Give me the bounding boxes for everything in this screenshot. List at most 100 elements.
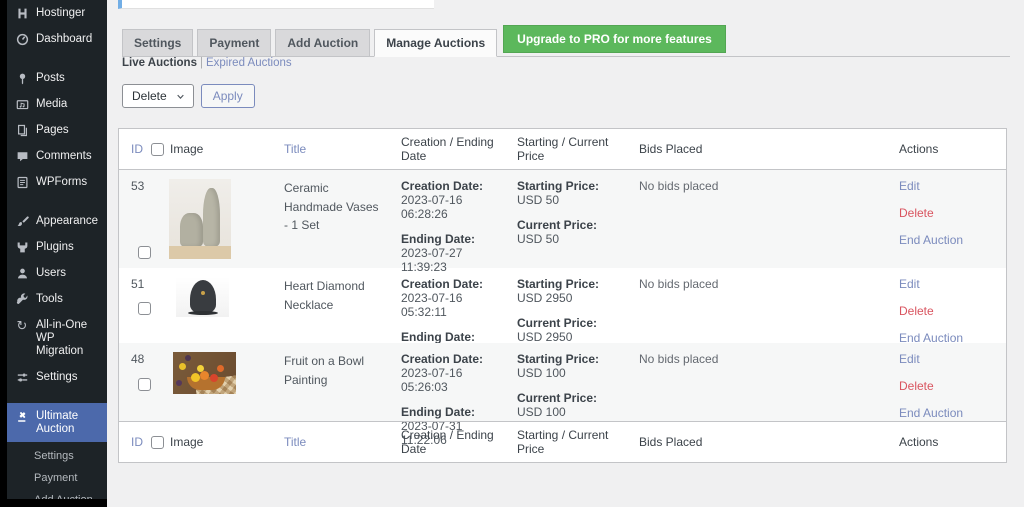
circular-arrow-icon: ↻ — [15, 318, 29, 332]
sidebar-item-label: Pages — [36, 123, 69, 137]
delete-link[interactable]: Delete — [899, 304, 996, 318]
auction-thumbnail-necklace[interactable] — [176, 277, 229, 317]
footer-title[interactable]: Title — [284, 422, 401, 462]
creation-date-value: 2023-07-16 05:26:03 — [401, 366, 507, 394]
admin-notice-remnant — [118, 0, 434, 9]
edit-link[interactable]: Edit — [899, 277, 996, 291]
end-auction-link[interactable]: End Auction — [899, 406, 996, 420]
creation-date-value: 2023-07-16 06:28:26 — [401, 193, 507, 221]
admin-sidebar: Hostinger Dashboard Posts Media Pages Co… — [7, 0, 107, 507]
sidebar-item-comments[interactable]: Comments — [7, 143, 107, 169]
cell-price: Starting Price: USD 50 Current Price: US… — [517, 170, 639, 283]
header-image-label: Image — [170, 142, 203, 156]
cell-title: Ceramic Handmade Vases - 1 Set — [284, 170, 401, 283]
screen-left-edge — [0, 0, 7, 507]
edit-link[interactable]: Edit — [899, 179, 996, 193]
auction-thumbnail-vases[interactable] — [169, 179, 231, 259]
tab-add-auction[interactable]: Add Auction — [275, 29, 370, 57]
auction-thumbnail-fruit-painting[interactable] — [173, 352, 236, 394]
brush-icon — [15, 214, 29, 228]
media-icon — [15, 97, 29, 111]
live-auctions-link[interactable]: Live Auctions — [122, 57, 197, 69]
footer-actions: Actions — [899, 422, 1006, 462]
starting-price-value: USD 50 — [517, 193, 629, 207]
delete-link[interactable]: Delete — [899, 206, 996, 220]
sidebar-item-label: Comments — [36, 149, 92, 163]
sidebar-separator — [7, 52, 107, 65]
header-title[interactable]: Title — [284, 129, 401, 169]
sidebar-item-tools[interactable]: Tools — [7, 286, 107, 312]
sidebar-item-dashboard[interactable]: Dashboard — [7, 26, 107, 52]
row-checkbox[interactable] — [138, 246, 151, 259]
sidebar-item-ai1wm[interactable]: ↻ All-in-One WP Migration — [7, 312, 107, 364]
sidebar-item-media[interactable]: Media — [7, 91, 107, 117]
header-bids: Bids Placed — [639, 129, 899, 169]
sidebar-item-label: Appearance — [36, 214, 98, 228]
table-row: 53 Ceramic Handmade Vases - 1 Set Creati… — [119, 170, 1006, 268]
delete-link[interactable]: Delete — [899, 379, 996, 393]
header-dates: Creation / Ending Date — [401, 129, 517, 169]
auction-filter-links: Live Auctions|Expired Auctions — [122, 57, 292, 69]
user-icon — [15, 266, 29, 280]
sidebar-item-hostinger[interactable]: Hostinger — [7, 0, 107, 26]
header-price: Starting / Current Price — [517, 129, 639, 169]
table-row: 51 Heart Diamond Necklace Creation Date:… — [119, 268, 1006, 343]
filter-separator: | — [200, 57, 203, 69]
sidebar-item-plugins[interactable]: Plugins — [7, 234, 107, 260]
sidebar-item-wpforms[interactable]: WPForms — [7, 169, 107, 195]
footer-image-label: Image — [170, 435, 203, 449]
gavel-icon — [15, 409, 29, 423]
select-all-checkbox[interactable] — [151, 436, 164, 449]
sidebar-item-appearance[interactable]: Appearance — [7, 208, 107, 234]
sidebar-item-label: Dashboard — [36, 32, 92, 46]
dashboard-icon — [15, 32, 29, 46]
sidebar-item-label: Hostinger — [36, 6, 85, 20]
tab-manage-auctions[interactable]: Manage Auctions — [374, 29, 497, 57]
starting-price-value: USD 100 — [517, 366, 629, 380]
select-all-checkbox[interactable] — [151, 143, 164, 156]
footer-dates: Creation / Ending Date — [401, 422, 517, 462]
sidebar-item-posts[interactable]: Posts — [7, 65, 107, 91]
comment-bubble-icon — [15, 149, 29, 163]
sidebar-item-pages[interactable]: Pages — [7, 117, 107, 143]
submenu-item-payment[interactable]: Payment — [7, 467, 107, 489]
table-header-row: ID Image Title Creation / Ending Date St… — [119, 129, 1006, 170]
sidebar-item-users[interactable]: Users — [7, 260, 107, 286]
creation-date-value: 2023-07-16 05:32:11 — [401, 291, 507, 319]
sliders-icon — [15, 370, 29, 384]
header-actions: Actions — [899, 129, 1006, 169]
ending-date-label: Ending Date: — [401, 330, 507, 344]
sidebar-item-label: Posts — [36, 71, 65, 85]
current-price-value: USD 2950 — [517, 330, 629, 344]
tab-settings[interactable]: Settings — [122, 29, 193, 57]
sidebar-item-label: Media — [36, 97, 67, 111]
sidebar-item-label: Plugins — [36, 240, 74, 254]
bulk-action-select[interactable]: Delete — [122, 84, 194, 108]
creation-date-label: Creation Date: — [401, 277, 507, 291]
edit-link[interactable]: Edit — [899, 352, 996, 366]
cell-dates: Creation Date: 2023-07-16 06:28:26 Endin… — [401, 170, 517, 283]
sidebar-item-label: Tools — [36, 292, 63, 306]
footer-bids: Bids Placed — [639, 422, 899, 462]
tab-payment[interactable]: Payment — [197, 29, 271, 57]
sidebar-item-settings[interactable]: Settings — [7, 364, 107, 390]
expired-auctions-link[interactable]: Expired Auctions — [206, 57, 292, 69]
row-checkbox[interactable] — [138, 378, 151, 391]
submenu-item-settings[interactable]: Settings — [7, 445, 107, 467]
sidebar-item-ultimate-auction[interactable]: Ultimate Auction — [7, 403, 107, 442]
wp-admin-screen: Hostinger Dashboard Posts Media Pages Co… — [0, 0, 1024, 507]
sidebar-separator — [7, 195, 107, 208]
upgrade-to-pro-button[interactable]: Upgrade to PRO for more features — [503, 25, 726, 53]
end-auction-link[interactable]: End Auction — [899, 233, 996, 247]
footer-id[interactable]: ID — [119, 422, 151, 462]
sidebar-item-label: Users — [36, 266, 66, 280]
ultimate-auction-submenu: Settings Payment Add Auction Manage Auct… — [7, 442, 107, 507]
apply-button[interactable]: Apply — [201, 84, 255, 108]
sidebar-item-label: All-in-One WP Migration — [36, 318, 101, 358]
auctions-table: ID Image Title Creation / Ending Date St… — [118, 128, 1007, 463]
starting-price-label: Starting Price: — [517, 277, 629, 291]
header-id[interactable]: ID — [119, 129, 151, 169]
row-checkbox[interactable] — [138, 302, 151, 315]
starting-price-label: Starting Price: — [517, 352, 629, 366]
hostinger-icon — [15, 6, 29, 20]
